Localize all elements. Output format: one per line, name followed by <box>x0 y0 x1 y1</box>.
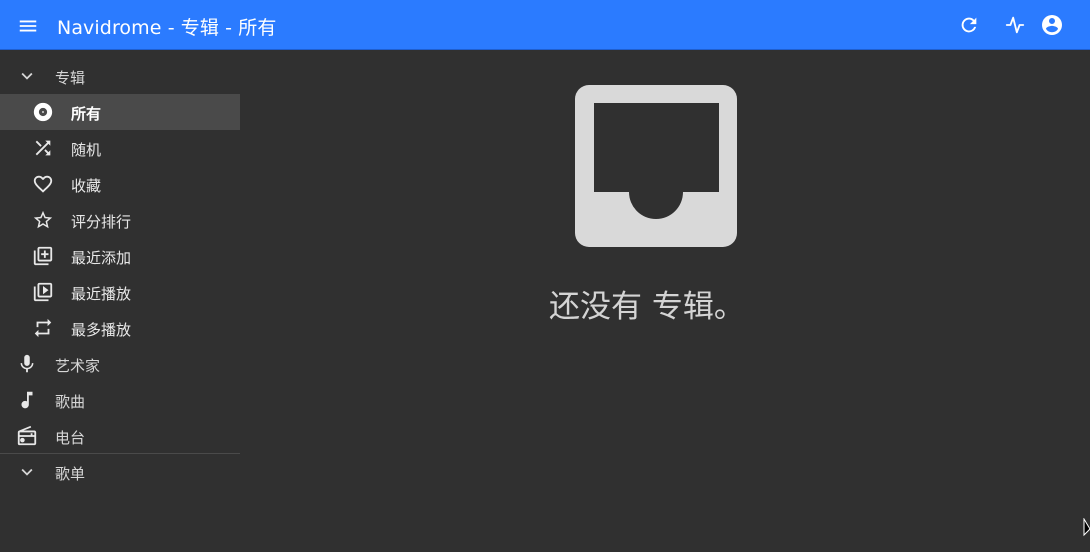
sidebar-item-label: 歌曲 <box>55 393 86 411</box>
sidebar-group-albums[interactable]: 专辑 <box>0 58 240 94</box>
sidebar-group-label: 专辑 <box>55 69 86 87</box>
sidebar-item-label: 艺术家 <box>55 357 101 375</box>
sidebar-item-label: 所有 <box>71 105 102 123</box>
music-note-icon <box>15 388 39 412</box>
menu-icon[interactable] <box>14 12 42 40</box>
heart-icon <box>31 172 55 196</box>
sidebar-item-label: 最近添加 <box>71 249 132 267</box>
chevron-down-icon <box>15 64 39 88</box>
app-bar: Navidrome - 专辑 - 所有 <box>0 0 1090 50</box>
sidebar-item-label: 最多播放 <box>71 321 132 339</box>
chevron-down-icon <box>15 460 39 484</box>
repeat-icon <box>31 316 55 340</box>
radio-icon <box>15 424 39 448</box>
microphone-icon <box>15 352 39 376</box>
sidebar-item-top-rated[interactable]: 评分排行 <box>0 202 240 238</box>
inbox-empty-icon <box>575 85 737 247</box>
sidebar-item-songs[interactable]: 歌曲 <box>0 382 240 418</box>
star-icon <box>31 208 55 232</box>
library-add-icon <box>31 244 55 268</box>
sidebar: 专辑 所有 随机 收藏 评分排行 最近添加 最近播放 最多播放 艺术家 歌曲 电… <box>0 50 240 552</box>
page-title: Navidrome - 专辑 - 所有 <box>57 17 277 39</box>
album-disc-icon <box>31 100 55 124</box>
sidebar-group-playlists[interactable]: 歌单 <box>0 454 240 490</box>
sidebar-item-label: 收藏 <box>71 177 102 195</box>
sidebar-item-recently-added[interactable]: 最近添加 <box>0 238 240 274</box>
sidebar-item-artists[interactable]: 艺术家 <box>0 346 240 382</box>
library-play-icon <box>31 280 55 304</box>
refresh-icon[interactable] <box>956 12 982 38</box>
shuffle-icon <box>31 136 55 160</box>
sidebar-item-all[interactable]: 所有 <box>0 94 240 130</box>
sidebar-item-random[interactable]: 随机 <box>0 130 240 166</box>
sidebar-item-favorites[interactable]: 收藏 <box>0 166 240 202</box>
sidebar-item-label: 评分排行 <box>71 213 132 231</box>
empty-message: 还没有 专辑。 <box>549 289 745 325</box>
activity-icon[interactable] <box>1002 12 1028 38</box>
sidebar-item-label: 电台 <box>55 429 86 447</box>
sidebar-item-radio[interactable]: 电台 <box>0 418 240 454</box>
mouse-cursor-icon <box>1083 517 1090 538</box>
sidebar-item-recently-played[interactable]: 最近播放 <box>0 274 240 310</box>
sidebar-group-label: 歌单 <box>55 465 86 483</box>
sidebar-item-label: 随机 <box>71 141 102 159</box>
sidebar-item-most-played[interactable]: 最多播放 <box>0 310 240 346</box>
sidebar-item-label: 最近播放 <box>71 285 132 303</box>
account-circle-icon[interactable] <box>1039 12 1065 38</box>
